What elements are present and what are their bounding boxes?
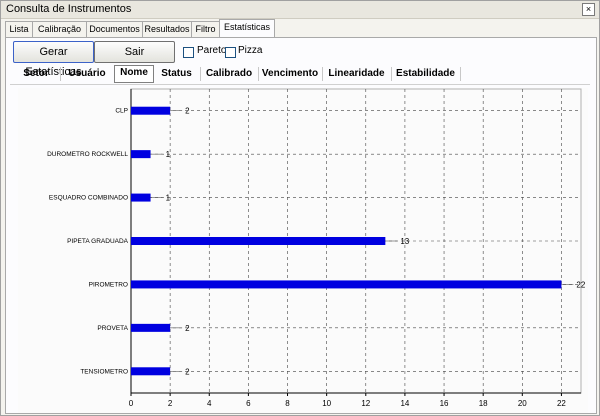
x-tick-label: 14: [400, 399, 409, 408]
category-label: PIROMETRO: [89, 281, 128, 288]
category-label: PIPETA GRADUADA: [67, 238, 129, 245]
x-tick-label: 0: [129, 399, 134, 408]
x-tick-label: 12: [361, 399, 370, 408]
x-tick-label: 18: [479, 399, 488, 408]
subtab-linearidade[interactable]: Linearidade: [322, 67, 392, 81]
x-tick-label: 2: [168, 399, 173, 408]
bar: [131, 280, 562, 289]
pizza-checkbox[interactable]: [225, 47, 236, 58]
tab-documentos[interactable]: Documentos: [86, 21, 143, 37]
bar: [131, 367, 171, 376]
tab-estatisticas[interactable]: Estatísticas: [219, 19, 275, 38]
bar: [131, 193, 151, 202]
category-label: TENSIOMETRO: [80, 368, 128, 375]
subtab-estabilidade[interactable]: Estabilidade: [391, 67, 461, 81]
data-label: 2: [185, 107, 190, 116]
x-tick-label: 22: [557, 399, 566, 408]
generate-statistics-button[interactable]: Gerar Estatísticas: [13, 41, 94, 78]
x-tick-label: 20: [518, 399, 527, 408]
category-label: ESQUADRO COMBINADO: [49, 195, 128, 202]
category-label: CLP: [115, 108, 128, 115]
category-label: PROVETA: [97, 325, 128, 332]
data-label: 1: [166, 150, 171, 159]
exit-button[interactable]: Sair: [94, 41, 175, 63]
title-bar: Consulta de Instrumentos ×: [1, 1, 599, 19]
subtab-calibrado[interactable]: Calibrado: [200, 67, 259, 81]
tab-lista[interactable]: Lista: [5, 21, 33, 37]
bar: [131, 150, 151, 159]
bar-chart: 0 2 4 6 8 10 12 14 16 18 20 22CLP 2DUROMETRO ROCKWEL…: [47, 88, 586, 408]
data-label: 13: [400, 237, 409, 246]
category-label: DUROMETRO ROCKWELL: [47, 151, 128, 158]
subtab-vencimento[interactable]: Vencimento: [258, 67, 323, 81]
data-label: 2: [185, 367, 190, 376]
tab-calibracao[interactable]: Calibração: [32, 21, 87, 37]
bar: [131, 237, 386, 245]
tab-resultados[interactable]: Resultados: [142, 21, 192, 37]
statistics-page: Gerar Estatísticas Sair Pareto Pizza Set…: [5, 37, 597, 414]
data-label: 22: [576, 280, 585, 289]
x-tick-label: 6: [246, 399, 251, 408]
statistics-chart: 0 2 4 6 8 10 12 14 16 18 20 22 CLP 2 DUROMETRO ROCKWEL…: [18, 88, 588, 413]
tab-filtro[interactable]: Filtro: [191, 21, 220, 37]
x-tick-label: 8: [285, 399, 290, 408]
data-label: 1: [166, 194, 171, 203]
close-icon[interactable]: ×: [582, 3, 595, 16]
pizza-label: Pizza: [238, 45, 263, 56]
subtab-usuario[interactable]: Usuário: [60, 67, 115, 81]
pareto-label: Pareto: [197, 45, 227, 56]
bar: [131, 323, 171, 332]
data-label: 2: [185, 324, 190, 333]
bar: [131, 106, 171, 115]
x-tick-label: 4: [207, 399, 212, 408]
subtab-setor[interactable]: Setor: [12, 67, 61, 81]
subtab-status[interactable]: Status: [153, 67, 201, 81]
subtab-nome[interactable]: Nome: [114, 65, 154, 83]
x-tick-label: 16: [440, 399, 449, 408]
x-tick-label: 10: [322, 399, 331, 408]
grouping-tabs: Setor Usuário Nome Status Calibrado Venc…: [10, 65, 590, 85]
window: Consulta de Instrumentos × Lista Calibra…: [0, 0, 600, 416]
pareto-checkbox[interactable]: [183, 47, 194, 58]
window-title: Consulta de Instrumentos: [6, 3, 132, 15]
